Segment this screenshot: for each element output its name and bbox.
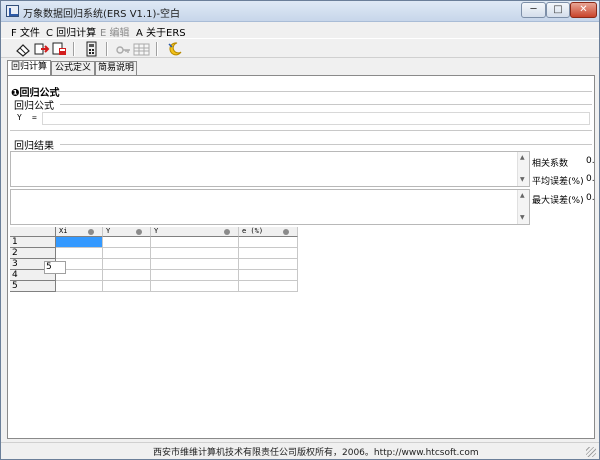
divider: [60, 144, 592, 145]
minimize-button[interactable]: ─: [521, 2, 546, 18]
grid-cell[interactable]: [103, 270, 151, 281]
formula-input[interactable]: [42, 112, 590, 125]
column-options-icon[interactable]: [224, 229, 230, 235]
moon-icon[interactable]: [166, 41, 183, 57]
status-bar: 西安市维维计算机技术有限责任公司版权所有，2006。http://www.htc…: [1, 442, 599, 459]
menu-edit[interactable]: E 编辑: [100, 24, 130, 39]
column-header-error[interactable]: e (%): [239, 227, 298, 237]
maximize-button[interactable]: □: [546, 2, 570, 18]
grid-cell[interactable]: [151, 259, 239, 270]
column-header-label: Y: [154, 227, 159, 235]
grid-cell[interactable]: [239, 270, 298, 281]
divider: [58, 91, 592, 92]
toolbar-separator: [156, 42, 158, 56]
column-options-icon[interactable]: [136, 229, 142, 235]
max-error-value: 0.: [586, 193, 595, 203]
results-label: 回归结果: [14, 141, 54, 152]
resize-grip-icon[interactable]: [586, 447, 596, 457]
app-chart-icon[interactable]: [6, 5, 19, 17]
close-button[interactable]: ✕: [570, 2, 597, 18]
mean-error-value: 0.: [586, 174, 595, 184]
toolbar-separator: [73, 42, 75, 56]
menu-about[interactable]: A 关于ERS: [136, 24, 186, 39]
y-variable-label: Y: [17, 113, 22, 122]
grid-cell[interactable]: [151, 281, 239, 292]
column-options-icon[interactable]: [88, 229, 94, 235]
grid-corner: [10, 227, 56, 237]
tab-formula-definition[interactable]: 公式定义: [51, 61, 95, 75]
row-header[interactable]: 5: [10, 281, 56, 292]
grid-cell[interactable]: [151, 237, 239, 248]
scroll-down-icon[interactable]: ▼: [520, 176, 525, 184]
formula-row: Y =: [14, 112, 590, 125]
row-header[interactable]: 1: [10, 237, 56, 248]
calculator-icon[interactable]: [83, 41, 100, 57]
column-options-icon[interactable]: [283, 229, 289, 235]
grid-cell[interactable]: [239, 259, 298, 270]
menu-file[interactable]: F 文件: [11, 24, 40, 39]
tab-strip: 回归计算 公式定义 简易说明: [1, 60, 599, 75]
key-icon[interactable]: [115, 41, 132, 57]
app-window: 万象数据回归系统(ERS V1.1)-空白 ─ □ ✕ F 文件 C 回归计算 …: [0, 0, 600, 460]
scroll-up-icon[interactable]: ▲: [520, 192, 525, 200]
column-header-label: Xi: [59, 227, 68, 235]
toolbar-separator: [106, 42, 108, 56]
toolbar: [1, 38, 599, 58]
menu-regression[interactable]: C 回归计算: [46, 24, 96, 39]
row-header[interactable]: 2: [10, 248, 56, 259]
column-header-label: Y: [106, 227, 111, 235]
tab-regression-calc[interactable]: 回归计算: [7, 60, 51, 75]
save-export-icon[interactable]: [51, 41, 68, 57]
grid-cell-selected[interactable]: [56, 237, 103, 248]
column-header-y[interactable]: Y: [103, 227, 151, 237]
tab-simple-guide[interactable]: 简易说明: [95, 61, 137, 75]
table-icon[interactable]: [133, 41, 150, 57]
correlation-value: 0.: [586, 156, 595, 166]
grid-cell[interactable]: [103, 281, 151, 292]
menu-bar: F 文件 C 回归计算 E 编辑 A 关于ERS: [1, 23, 599, 39]
results-detail-textarea[interactable]: ▲ ▼: [10, 189, 530, 225]
results-textarea[interactable]: ▲ ▼: [10, 151, 530, 187]
scroll-up-icon[interactable]: ▲: [520, 154, 525, 162]
divider: [10, 130, 592, 131]
vertical-scrollbar[interactable]: ▲ ▼: [517, 152, 529, 186]
grid-cell[interactable]: [239, 281, 298, 292]
regression-panel: ❶回归公式 回归公式 Y = 回归结果 ▲ ▼ ▲ ▼ 相关系数 0. 平均误差: [7, 75, 595, 439]
equals-label: =: [32, 113, 37, 122]
window-title: 万象数据回归系统(ERS V1.1)-空白: [23, 9, 180, 20]
formula-label: 回归公式: [14, 101, 54, 112]
open-arrow-icon[interactable]: [33, 41, 50, 57]
title-bar[interactable]: 万象数据回归系统(ERS V1.1)-空白 ─ □ ✕: [1, 1, 599, 22]
grid-cell[interactable]: [151, 270, 239, 281]
column-header-label: e (%): [242, 227, 264, 235]
column-header-y-calc[interactable]: Y: [151, 227, 239, 237]
grid-cell[interactable]: [103, 259, 151, 270]
correlation-label: 相关系数: [532, 159, 569, 169]
divider: [60, 104, 592, 105]
row-count-editor[interactable]: 5: [44, 261, 66, 274]
grid-cell[interactable]: [239, 248, 298, 259]
grid-cell[interactable]: [151, 248, 239, 259]
copyright-text: 西安市维维计算机技术有限责任公司版权所有，2006。http://www.htc…: [153, 448, 479, 458]
mean-error-label: 平均误差(%): [532, 177, 584, 187]
vertical-scrollbar[interactable]: ▲ ▼: [517, 190, 529, 224]
grid-cell[interactable]: [56, 281, 103, 292]
max-error-label: 最大误差(%): [532, 196, 584, 206]
grid-cell[interactable]: [239, 237, 298, 248]
grid-cell[interactable]: [103, 248, 151, 259]
eraser-icon[interactable]: [15, 41, 32, 57]
grid-cell[interactable]: [103, 237, 151, 248]
scroll-down-icon[interactable]: ▼: [520, 214, 525, 222]
column-header-xi[interactable]: Xi: [56, 227, 103, 237]
grid-cell[interactable]: [56, 248, 103, 259]
